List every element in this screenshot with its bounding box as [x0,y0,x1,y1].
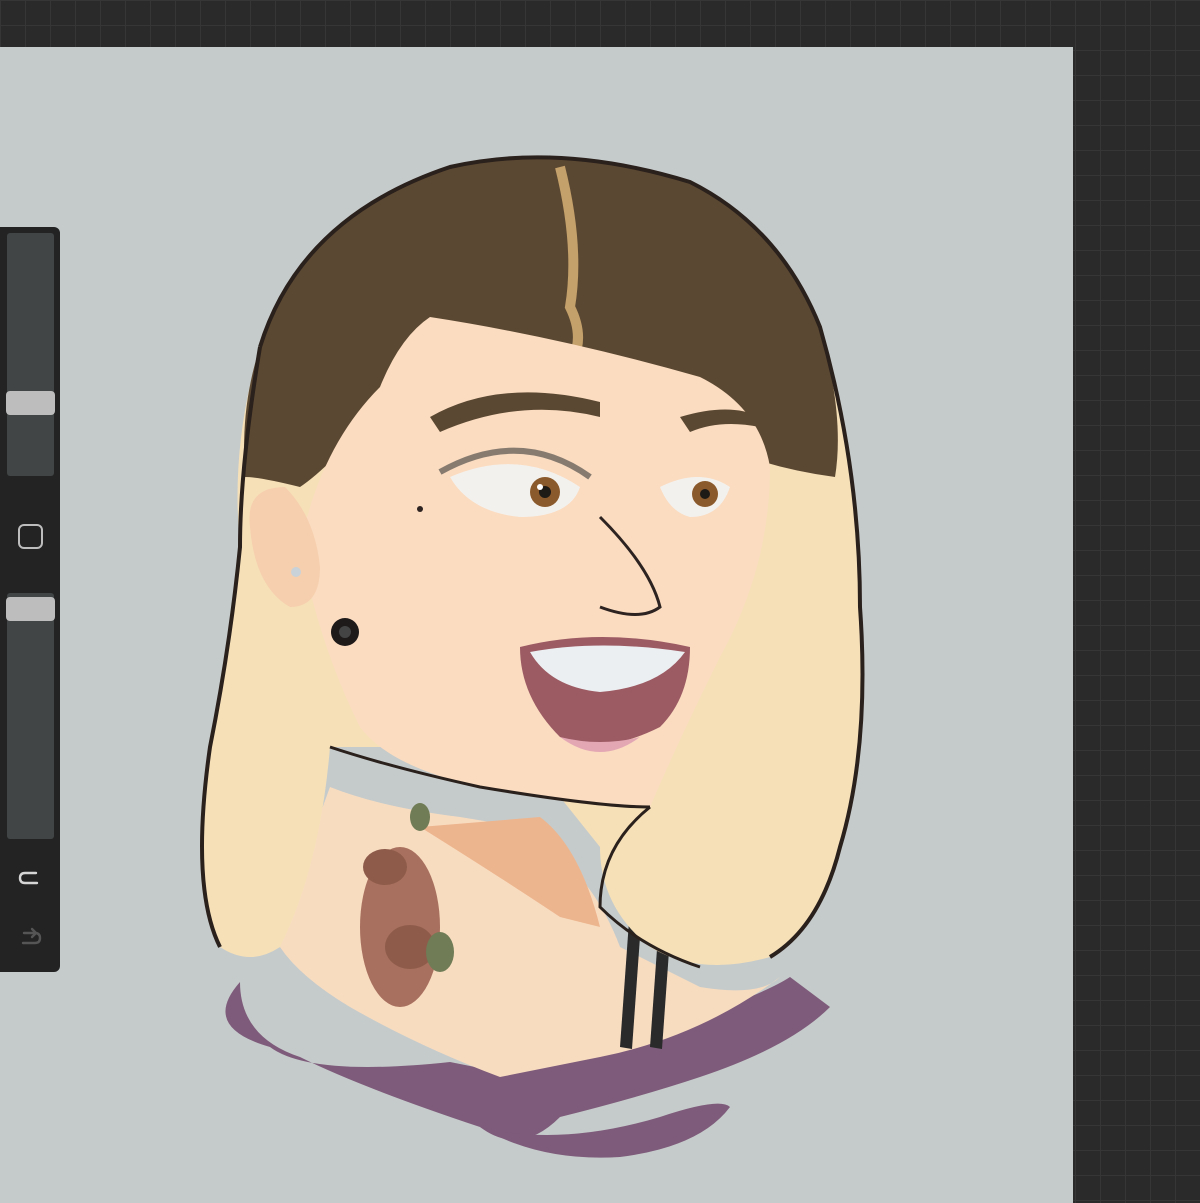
portrait-artwork [200,155,865,1158]
modify-button[interactable] [16,522,44,550]
brush-size-slider-thumb[interactable] [6,391,55,415]
opacity-slider[interactable] [6,593,55,839]
undo-icon [0,867,39,885]
undo-button[interactable] [0,861,45,891]
square-icon [18,524,43,549]
tool-sidebar [0,227,60,972]
redo-button[interactable] [15,921,45,951]
opacity-slider-thumb[interactable] [6,597,55,621]
brush-size-slider[interactable] [6,233,55,476]
procreate-workspace [0,0,1200,1203]
redo-icon [21,927,42,945]
drawing-canvas[interactable] [0,47,1073,1203]
